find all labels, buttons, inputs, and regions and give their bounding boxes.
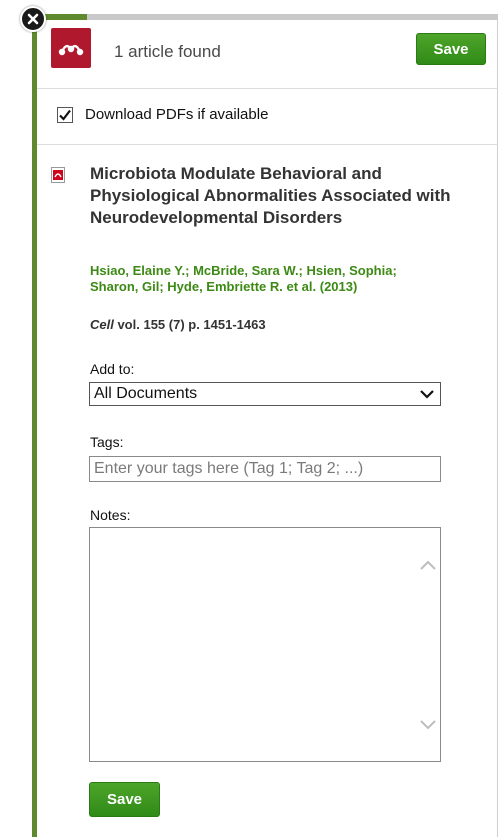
checkmark-icon <box>59 109 71 121</box>
download-pdfs-checkbox[interactable] <box>57 106 73 123</box>
article-authors: Hsiao, Elaine Y.; McBride, Sara W.; Hsie… <box>90 263 430 295</box>
close-icon <box>27 13 39 25</box>
citation-details: vol. 155 (7) p. 1451-1463 <box>113 317 266 332</box>
close-button[interactable] <box>20 6 46 32</box>
mendeley-icon <box>58 44 84 56</box>
article-year: (2013) <box>319 279 358 294</box>
save-button-bottom[interactable]: Save <box>89 782 160 817</box>
pdf-icon <box>51 167 65 183</box>
add-to-label: Add to: <box>90 361 135 377</box>
tags-input[interactable] <box>89 456 441 482</box>
chevron-down-icon <box>420 390 434 399</box>
article-title[interactable]: Microbiota Modulate Behavioral and Physi… <box>90 163 460 229</box>
backdrop <box>0 0 8 837</box>
download-pdfs-option: Download PDFs if available <box>57 106 268 123</box>
download-pdfs-label: Download PDFs if available <box>85 106 269 123</box>
article-citation: Cell vol. 155 (7) p. 1451-1463 <box>90 317 266 332</box>
save-panel: 1 article found Save Download PDFs if av… <box>37 20 498 837</box>
journal-name: Cell <box>90 317 114 332</box>
options-divider <box>37 144 498 145</box>
add-to-select[interactable]: All Documents <box>89 382 441 406</box>
save-button-top[interactable]: Save <box>416 33 486 65</box>
header-divider <box>37 88 498 89</box>
panel-header: 1 article found Save <box>37 20 498 88</box>
article-count: 1 article found <box>114 42 221 61</box>
mendeley-logo <box>51 28 91 68</box>
scroll-up-icon[interactable] <box>419 558 437 572</box>
tags-label: Tags: <box>90 434 124 450</box>
scroll-down-icon[interactable] <box>419 718 437 732</box>
notes-label: Notes: <box>90 507 131 523</box>
add-to-value: All Documents <box>94 385 198 402</box>
notes-textarea[interactable] <box>89 527 441 762</box>
